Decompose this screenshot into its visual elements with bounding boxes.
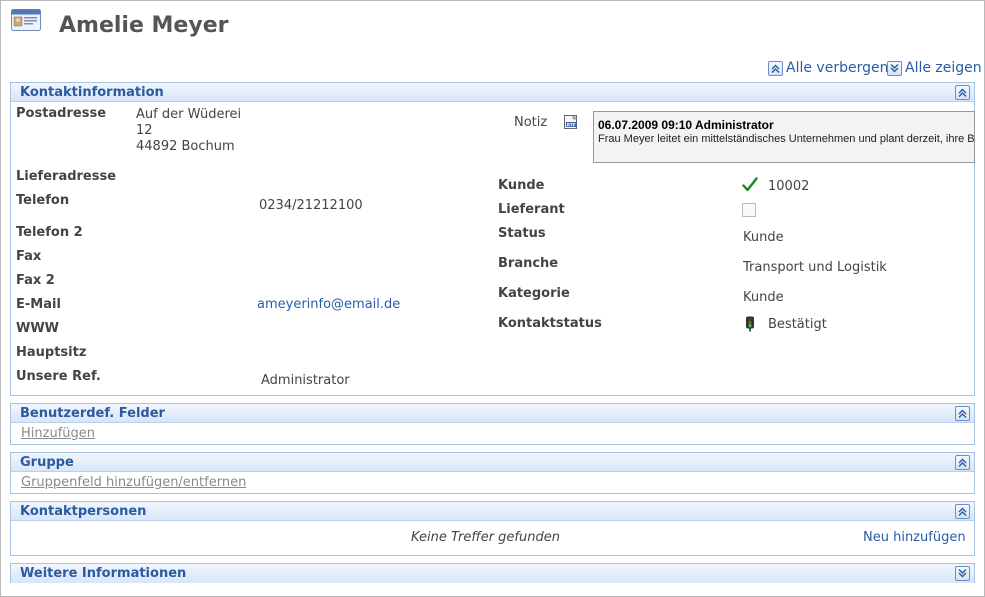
- section-title: Weitere Informationen: [20, 566, 187, 581]
- contact-info-header[interactable]: Kontaktinformation: [11, 83, 974, 102]
- postal-address-line2: 12: [136, 123, 153, 138]
- show-all-label: Alle zeigen: [905, 60, 982, 76]
- industry-value: Transport und Logistik: [743, 260, 887, 275]
- our-reference-value: Administrator: [261, 373, 350, 388]
- double-chevron-down-icon: [887, 60, 902, 76]
- custom-fields-section: Benutzerdef. Felder: [10, 403, 975, 445]
- note-text: Frau Meyer leitet ein mittelständisches …: [598, 133, 975, 145]
- section-title: Kontaktpersonen: [20, 503, 147, 519]
- www-label: WWW: [16, 321, 60, 336]
- delivery-address-label: Lieferadresse: [16, 169, 117, 184]
- postal-address-label: Postadresse: [16, 106, 107, 121]
- add-custom-field-link[interactable]: Hinzufügen: [21, 426, 95, 441]
- phone-value: 0234/21212100: [259, 198, 363, 213]
- email-link[interactable]: ameyerinfo@email.de: [257, 297, 400, 312]
- section-title: Gruppe: [20, 454, 74, 470]
- postal-address-line1: Auf der Wüderei: [136, 107, 242, 122]
- collapse-icon[interactable]: [955, 405, 970, 421]
- section-title: Kontaktinformation: [20, 84, 164, 100]
- category-label: Kategorie: [498, 286, 570, 301]
- more-info-header[interactable]: Weitere Informationen: [11, 564, 974, 583]
- collapse-icon[interactable]: [955, 84, 970, 100]
- contact-persons-header[interactable]: Kontaktpersonen: [11, 502, 974, 521]
- contact-persons-section: Kontaktpersonen: [10, 501, 975, 556]
- show-all-link[interactable]: Alle zeigen: [887, 60, 982, 76]
- add-contact-person-link[interactable]: Neu hinzufügen: [863, 530, 966, 545]
- note-label: Notiz: [514, 115, 548, 130]
- fax2-label: Fax 2: [16, 273, 55, 288]
- contact-card-icon: [11, 9, 41, 31]
- section-title: Benutzerdef. Felder: [20, 405, 165, 421]
- supplier-label: Lieferant: [498, 202, 565, 217]
- traffic-light-icon: [743, 316, 757, 336]
- email-label: E-Mail: [16, 297, 61, 312]
- contact-status-label: Kontaktstatus: [498, 316, 602, 331]
- note-header: 06.07.2009 09:10 Administrator: [598, 118, 774, 132]
- status-label: Status: [498, 226, 546, 241]
- collapse-icon[interactable]: [955, 454, 970, 470]
- edit-group-field-link[interactable]: Gruppenfeld hinzufügen/entfernen: [21, 475, 246, 490]
- phone2-label: Telefon 2: [16, 225, 83, 240]
- custom-fields-header[interactable]: Benutzerdef. Felder: [11, 404, 974, 423]
- no-results-text: Keine Treffer gefunden: [411, 530, 560, 545]
- fax-label: Fax: [16, 249, 42, 264]
- double-chevron-up-icon: [768, 60, 783, 76]
- industry-label: Branche: [498, 256, 559, 271]
- checkmark-icon: [742, 177, 758, 197]
- page-title: Amelie Meyer: [59, 13, 229, 38]
- our-reference-label: Unsere Ref.: [16, 369, 101, 384]
- rtf-note-icon[interactable]: RTF: [563, 114, 579, 134]
- status-value: Kunde: [743, 230, 784, 245]
- category-value: Kunde: [743, 290, 784, 305]
- postal-address-line3: 44892 Bochum: [136, 139, 235, 154]
- phone-label: Telefon: [16, 193, 70, 208]
- note-box[interactable]: 06.07.2009 09:10 Administrator Frau Meye…: [593, 111, 975, 163]
- customer-label: Kunde: [498, 178, 545, 193]
- contact-status-value: Bestätigt: [768, 317, 827, 332]
- headquarters-label: Hauptsitz: [16, 345, 87, 360]
- more-info-section: Weitere Informationen: [10, 563, 975, 583]
- group-header[interactable]: Gruppe: [11, 453, 974, 472]
- hide-all-label: Alle verbergen: [786, 60, 889, 76]
- page-frame: Amelie Meyer Alle verbergen Alle zeigen …: [0, 0, 985, 597]
- hide-all-link[interactable]: Alle verbergen: [768, 60, 888, 76]
- svg-text:RTF: RTF: [567, 122, 576, 127]
- expand-icon[interactable]: [955, 566, 970, 581]
- customer-number: 10002: [768, 179, 810, 194]
- collapse-icon[interactable]: [955, 503, 970, 519]
- supplier-checkbox[interactable]: [742, 203, 756, 217]
